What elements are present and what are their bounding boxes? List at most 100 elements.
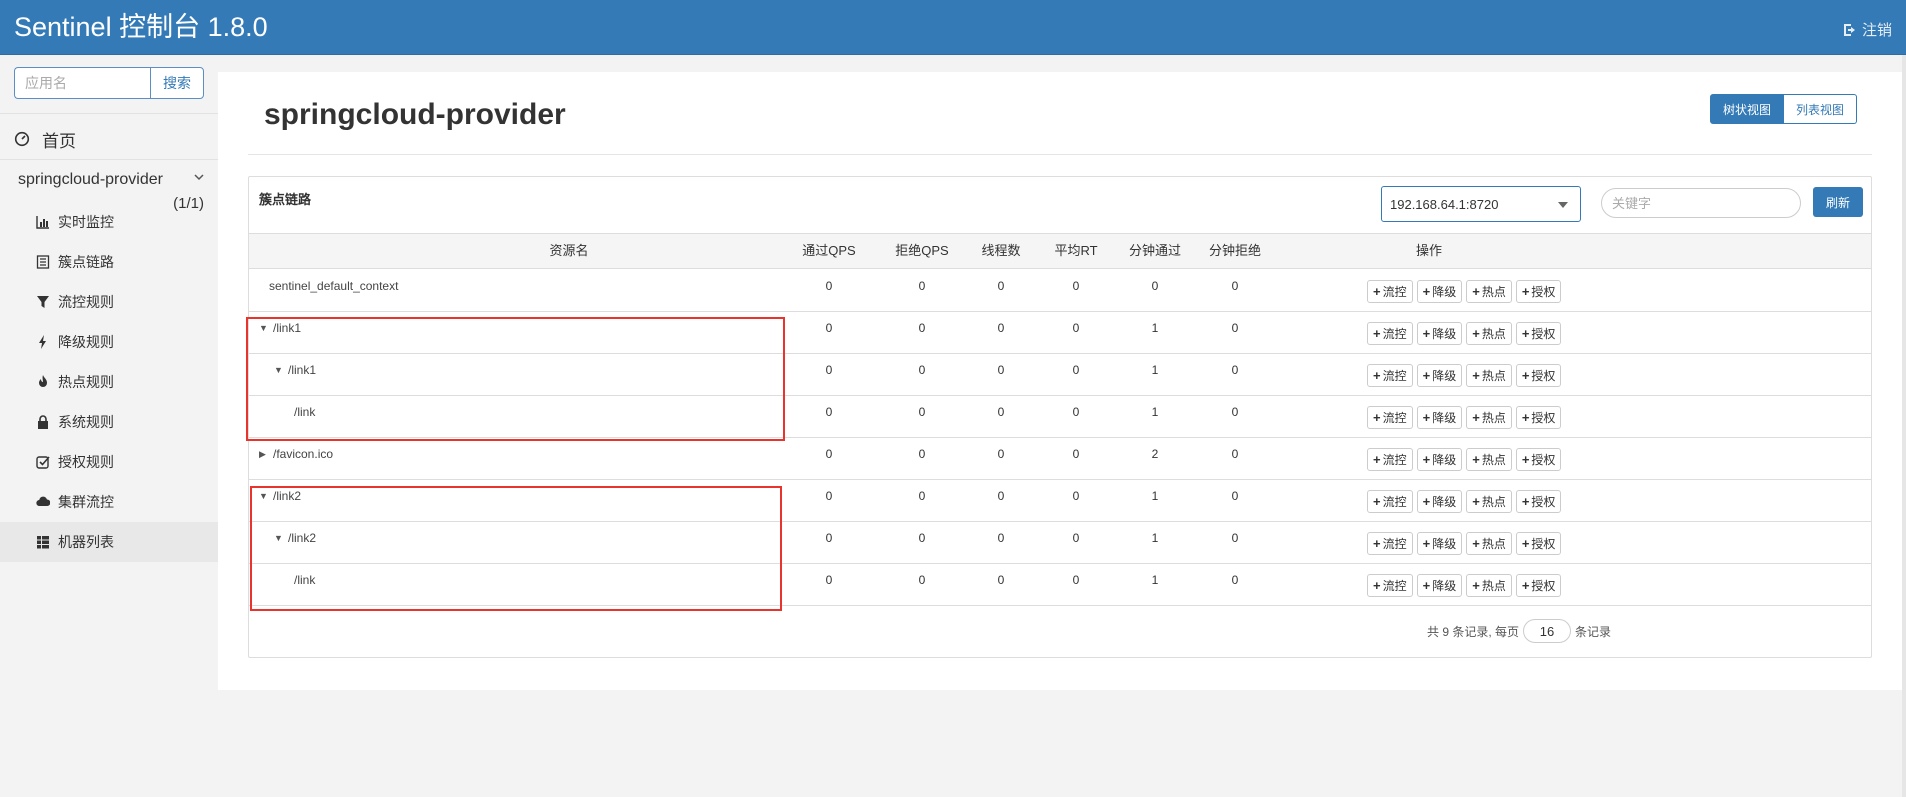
degrade-rule-button[interactable]: + 降级 [1416,448,1463,471]
pager-suffix: 条记录 [1575,624,1612,639]
row-actions: + 流控 + 降级 + 热点 + 授权 [1367,490,1562,513]
flow-rule-button[interactable]: + 流控 [1367,280,1413,303]
app-title[interactable]: Sentinel 控制台 1.8.0 [14,10,268,44]
plus-icon: + [1521,410,1530,425]
sidebar: 搜索 首页 springcloud-provider (1/1) 实时监控 簇点… [0,55,218,797]
list-view-button[interactable]: 列表视图 [1784,94,1858,124]
sidebar-item-hotspot-rules[interactable]: 热点规则 [0,362,218,402]
auth-rule-button[interactable]: + 授权 [1515,364,1562,387]
resource-name-cell: sentinel_default_context [269,278,398,294]
plus-icon: + [1521,326,1530,341]
degrade-rule-button[interactable]: + 降级 [1416,574,1463,597]
flow-rule-button[interactable]: + 流控 [1367,322,1413,345]
flow-rule-button[interactable]: + 流控 [1367,490,1413,513]
plus-icon: + [1521,368,1530,383]
sidebar-item-flow-rules[interactable]: 流控规则 [0,282,218,322]
hotspot-rule-button[interactable]: + 热点 [1466,532,1512,555]
resource-name-cell: ▶ /favicon.ico [259,446,333,462]
auth-rule-button[interactable]: + 授权 [1515,280,1562,303]
action-label: 降级 [1432,579,1457,593]
pass-qps-cell: 0 [825,279,833,293]
refresh-button[interactable]: 刷新 [1813,187,1863,217]
plus-icon: + [1422,452,1431,467]
sidebar-item-home[interactable]: 首页 [14,124,76,154]
hotspot-rule-button[interactable]: + 热点 [1466,490,1512,513]
sidebar-item-cluster-flow[interactable]: 集群流控 [0,482,218,522]
flow-rule-button[interactable]: + 流控 [1367,574,1413,597]
machine-select-value: 192.168.64.1:8720 [1390,196,1499,212]
hotspot-rule-button[interactable]: + 热点 [1466,574,1512,597]
auth-rule-button[interactable]: + 授权 [1515,490,1562,513]
sidebar-item-auth-rules[interactable]: 授权规则 [0,442,218,482]
degrade-rule-button[interactable]: + 降级 [1416,406,1463,429]
flow-rule-button[interactable]: + 流控 [1367,364,1413,387]
bar-chart-icon [36,215,50,229]
flow-rule-button[interactable]: + 流控 [1367,448,1413,471]
keyword-search-input[interactable] [1601,188,1801,218]
flow-rule-button[interactable]: + 流控 [1367,406,1413,429]
action-label: 授权 [1531,411,1556,425]
pagination: 共 9 条记录, 每页 条记录 [1427,619,1611,643]
min-block-cell: 0 [1231,447,1239,461]
chevron-down-icon[interactable] [192,170,206,184]
hotspot-rule-button[interactable]: + 热点 [1466,280,1512,303]
dashboard-icon [14,131,30,147]
degrade-rule-button[interactable]: + 降级 [1416,364,1463,387]
action-label: 流控 [1382,411,1407,425]
action-label: 授权 [1531,495,1556,509]
sidebar-item-machine-list[interactable]: 机器列表 [0,522,218,562]
cloud-icon [36,495,50,509]
pass-qps-cell: 0 [825,447,833,461]
sidebar-divider [0,159,218,160]
logout-label: 注销 [1861,22,1892,39]
degrade-rule-button[interactable]: + 降级 [1416,490,1463,513]
app-search-button[interactable]: 搜索 [150,67,204,99]
pager-prefix: 共 9 条记录, 每页 [1427,624,1520,639]
auth-rule-button[interactable]: + 授权 [1515,322,1562,345]
table-row: sentinel_default_context 0 0 0 0 0 0 + 流控 + 降级 + 热点 +… [249,270,1871,312]
auth-rule-button[interactable]: + 授权 [1515,406,1562,429]
sidebar-item-cluster-links[interactable]: 簇点链路 [0,242,218,282]
sidebar-item-label: 实时监控 [58,214,114,230]
sidebar-item-label: 热点规则 [58,374,114,390]
auth-rule-button[interactable]: + 授权 [1515,574,1562,597]
degrade-rule-button[interactable]: + 降级 [1416,322,1463,345]
action-label: 流控 [1382,537,1407,551]
expand-icon[interactable]: ▶ [259,446,269,462]
plus-icon: + [1422,284,1431,299]
hotspot-rule-button[interactable]: + 热点 [1466,448,1512,471]
logout-button[interactable]: 注销 [1842,19,1892,40]
flow-rule-button[interactable]: + 流控 [1367,532,1413,555]
min-block-cell: 0 [1231,489,1239,503]
plus-icon: + [1472,368,1480,383]
action-label: 降级 [1432,285,1457,299]
degrade-rule-button[interactable]: + 降级 [1416,280,1463,303]
tree-view-button[interactable]: 树状视图 [1710,94,1785,124]
sidebar-item-system-rules[interactable]: 系统规则 [0,402,218,442]
hotspot-rule-button[interactable]: + 热点 [1466,364,1512,387]
plus-icon: + [1472,284,1480,299]
pass-qps-cell: 0 [825,363,833,377]
page-size-input[interactable] [1523,619,1572,643]
sidebar-item-label: 流控规则 [58,294,114,310]
page-scrollbar[interactable] [1902,55,1906,797]
plus-icon: + [1422,368,1431,383]
action-label: 流控 [1382,285,1407,299]
min-block-cell: 0 [1231,363,1239,377]
sidebar-item-label: 授权规则 [58,454,114,470]
machine-select[interactable]: 192.168.64.1:8720 [1381,186,1581,222]
hotspot-rule-button[interactable]: + 热点 [1466,406,1512,429]
row-actions: + 流控 + 降级 + 热点 + 授权 [1367,448,1562,471]
hotspot-rule-button[interactable]: + 热点 [1466,322,1512,345]
auth-rule-button[interactable]: + 授权 [1515,532,1562,555]
sidebar-item-realtime-monitor[interactable]: 实时监控 [0,202,218,242]
action-label: 授权 [1531,579,1556,593]
column-header: 分钟拒绝 [1208,243,1261,258]
action-label: 授权 [1531,285,1556,299]
auth-rule-button[interactable]: + 授权 [1515,448,1562,471]
degrade-rule-button[interactable]: + 降级 [1416,532,1463,555]
sidebar-app-name[interactable]: springcloud-provider [18,171,163,189]
sidebar-item-degrade-rules[interactable]: 降级规则 [0,322,218,362]
app-search-input[interactable] [14,67,150,99]
action-label: 热点 [1481,327,1506,341]
